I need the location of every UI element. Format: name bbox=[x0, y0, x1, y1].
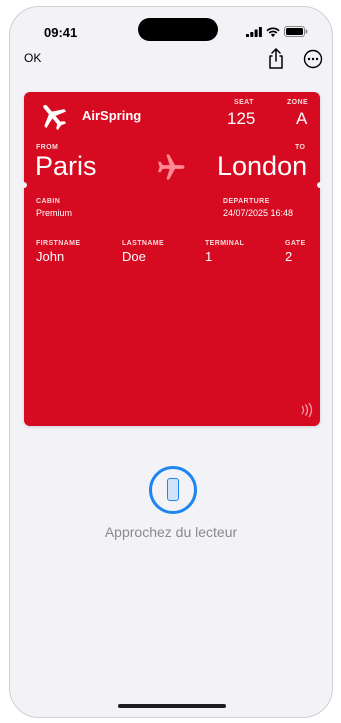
home-indicator[interactable] bbox=[118, 704, 226, 708]
seat-label: SEAT bbox=[234, 99, 254, 106]
nfc-contactless-icon bbox=[301, 402, 313, 418]
terminal-label: TERMINAL bbox=[205, 240, 245, 247]
zone-label: ZONE bbox=[287, 99, 309, 106]
wifi-icon bbox=[266, 26, 280, 37]
from-label: FROM bbox=[36, 144, 59, 151]
seat-value: 125 bbox=[227, 109, 256, 128]
lastname-label: LASTNAME bbox=[122, 240, 165, 247]
pass-notch-left bbox=[21, 182, 27, 188]
gate-label: GATE bbox=[285, 240, 306, 247]
reader-instruction: Approchez du lecteur bbox=[104, 524, 238, 540]
ellipsis-circle-icon[interactable] bbox=[303, 49, 323, 69]
battery-icon bbox=[284, 26, 308, 37]
to-label: TO bbox=[295, 144, 306, 151]
nav-bar: OK bbox=[10, 47, 332, 81]
to-city: London bbox=[217, 151, 308, 181]
phone-frame: 09:41 OK AirSpring SEAT 125 ZONE A FROM … bbox=[9, 6, 333, 718]
zone-value: A bbox=[296, 109, 308, 128]
cellular-signal-icon bbox=[246, 26, 262, 37]
status-icons bbox=[246, 26, 308, 37]
cabin-label: CABIN bbox=[36, 198, 61, 205]
departure-value: 24/07/2025 16:48 bbox=[223, 208, 294, 218]
boarding-pass-card[interactable]: AirSpring SEAT 125 ZONE A FROM Paris TO … bbox=[21, 92, 323, 426]
departure-label: DEPARTURE bbox=[223, 198, 270, 205]
terminal-value: 1 bbox=[205, 249, 213, 264]
airplane-icon bbox=[158, 154, 185, 180]
gate-value: 2 bbox=[285, 249, 293, 264]
ok-button[interactable]: OK bbox=[24, 51, 41, 65]
airplane-logo-icon bbox=[43, 104, 67, 131]
status-time: 09:41 bbox=[44, 25, 78, 40]
pass-notch-right bbox=[317, 182, 323, 188]
airline-name: AirSpring bbox=[82, 108, 142, 123]
reader-phone-icon bbox=[149, 466, 197, 514]
firstname-value: John bbox=[36, 249, 65, 264]
lastname-value: Doe bbox=[122, 249, 146, 264]
status-bar: 09:41 bbox=[10, 7, 332, 47]
dynamic-island bbox=[138, 18, 218, 41]
share-icon[interactable] bbox=[266, 48, 286, 70]
cabin-value: Premium bbox=[36, 208, 73, 218]
phone-glyph bbox=[167, 478, 179, 501]
from-city: Paris bbox=[35, 151, 97, 181]
firstname-label: FIRSTNAME bbox=[36, 240, 81, 247]
